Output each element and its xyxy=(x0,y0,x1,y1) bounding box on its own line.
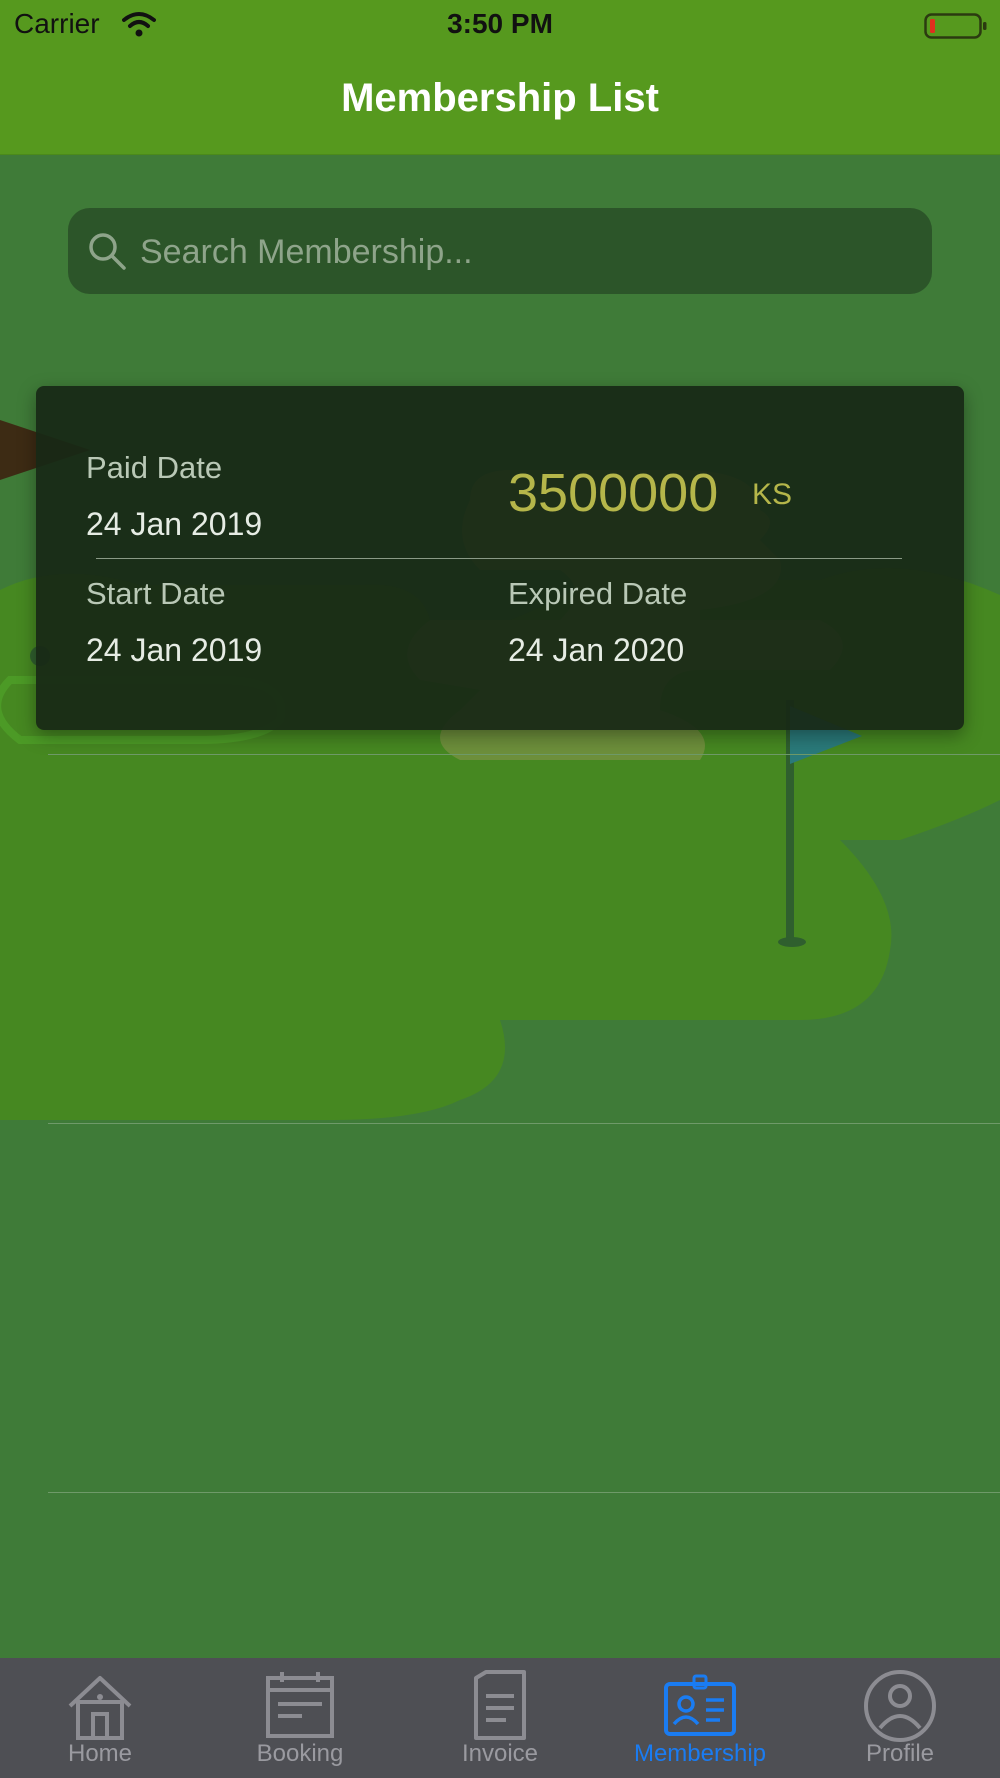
paid-date-label: Paid Date xyxy=(86,450,223,485)
start-date-value: 24 Jan 2019 xyxy=(86,632,263,668)
search-bar[interactable] xyxy=(68,208,932,296)
document-icon xyxy=(474,1670,526,1740)
status-time: 3:50 PM xyxy=(447,8,553,39)
tab-label: Profile xyxy=(865,1740,935,1767)
tab-bar: Home Booking Invoice Membership Profile xyxy=(0,1658,1000,1778)
tab-label: Booking xyxy=(256,1740,344,1767)
page-title: Membership List xyxy=(341,76,659,120)
calendar-icon xyxy=(266,1672,334,1738)
app-screen: Carrier 3:50 PM Membership List Search M… xyxy=(0,0,1000,1778)
tab-booking[interactable]: Booking xyxy=(200,1658,400,1778)
expired-date-label: Expired Date xyxy=(508,576,688,611)
home-icon xyxy=(68,1676,132,1740)
tab-label: Home xyxy=(67,1740,133,1767)
search-input[interactable] xyxy=(138,208,922,296)
tab-membership[interactable]: Membership xyxy=(600,1658,800,1778)
list-separator xyxy=(48,1492,1000,1493)
expired-date-value: 24 Jan 2020 xyxy=(508,632,685,668)
tab-profile[interactable]: Profile xyxy=(800,1658,1000,1778)
currency-label: KS xyxy=(752,478,793,511)
battery-icon xyxy=(924,13,987,39)
paid-date-value: 24 Jan 2019 xyxy=(86,506,263,542)
user-icon xyxy=(864,1670,936,1742)
navigation-header: Carrier 3:50 PM Membership List xyxy=(0,0,1000,155)
id-card-icon xyxy=(664,1674,736,1736)
list-separator xyxy=(48,1123,1000,1124)
list-separator xyxy=(48,754,1000,755)
membership-card[interactable]: Paid Date 24 Jan 2019 3500000 KS Start D… xyxy=(36,386,964,730)
membership-amount: 3500000 xyxy=(508,463,719,523)
start-date-label: Start Date xyxy=(86,576,226,611)
tab-home[interactable]: Home xyxy=(0,1658,200,1778)
card-divider xyxy=(96,558,902,559)
tab-label: Membership xyxy=(633,1740,767,1767)
tab-label: Invoice xyxy=(461,1740,539,1767)
search-icon xyxy=(89,233,126,270)
tab-invoice[interactable]: Invoice xyxy=(400,1658,600,1778)
